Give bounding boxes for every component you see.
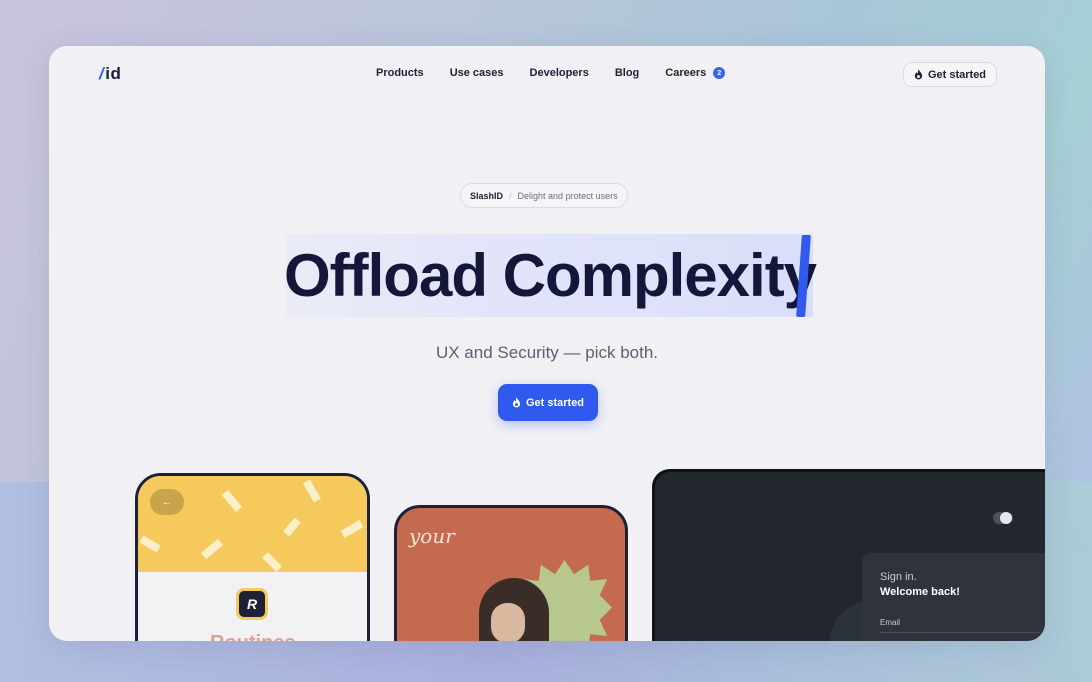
- confetti-1: [221, 490, 243, 512]
- announcement-pill[interactable]: SlashID / Delight and protect users: [460, 183, 628, 208]
- routines-app-icon: R: [236, 588, 268, 620]
- signin-card: Sign in. Welcome back! Email: [862, 553, 1045, 641]
- nav-links: Products Use cases Developers Blog Caree…: [376, 67, 751, 79]
- flame-icon: [914, 69, 923, 80]
- email-field[interactable]: [880, 632, 1040, 641]
- nav-link-blog[interactable]: Blog: [615, 67, 639, 79]
- flame-icon: [512, 397, 521, 408]
- back-button[interactable]: ←: [150, 489, 184, 515]
- hero-cta-label: Get started: [525, 396, 585, 409]
- laptop-mockup: Sign in. Welcome back! Email: [652, 469, 1045, 641]
- signin-welcome: Welcome back!: [880, 586, 960, 598]
- confetti-2: [303, 479, 321, 503]
- pill-separator: /: [509, 190, 512, 201]
- routines-title: Routines: [210, 632, 296, 641]
- nav-link-careers[interactable]: Careers 2: [665, 67, 726, 79]
- careers-count-badge: 2: [713, 67, 726, 79]
- script-text: your: [409, 524, 455, 548]
- nav-cta-label: Get started: [927, 68, 987, 81]
- logo-text: id: [105, 64, 122, 83]
- signin-title: Sign in.: [880, 571, 917, 583]
- confetti-5: [139, 535, 161, 553]
- pill-brand: SlashID: [470, 190, 504, 201]
- phone-mockup-your: your: [394, 505, 628, 641]
- person-face: [491, 603, 525, 641]
- pill-tag: Delight and protect users: [517, 190, 618, 201]
- nav-link-products[interactable]: Products: [376, 67, 424, 79]
- browser-window: /id Products Use cases Developers Blog C…: [49, 46, 1045, 641]
- confetti-4: [340, 520, 364, 538]
- confetti-3: [283, 517, 301, 537]
- confetti-7: [262, 552, 282, 572]
- logo-slash: /: [99, 64, 105, 83]
- theme-toggle-knob: [1000, 512, 1012, 524]
- careers-label: Careers: [665, 67, 707, 79]
- nav-link-use-cases[interactable]: Use cases: [450, 67, 504, 79]
- logo[interactable]: /id: [99, 64, 121, 84]
- top-nav: /id Products Use cases Developers Blog C…: [49, 46, 1045, 104]
- hero-subheadline: UX and Security — pick both.: [435, 343, 659, 362]
- phone-mockup-routines: ← R Routines: [135, 473, 370, 641]
- email-label: Email: [880, 618, 901, 627]
- hero-get-started-button[interactable]: Get started: [498, 384, 598, 421]
- hero-headline: Offload Complexity: [284, 242, 817, 309]
- confetti-6: [201, 538, 223, 560]
- nav-get-started-button[interactable]: Get started: [903, 62, 997, 87]
- nav-link-developers[interactable]: Developers: [530, 67, 589, 79]
